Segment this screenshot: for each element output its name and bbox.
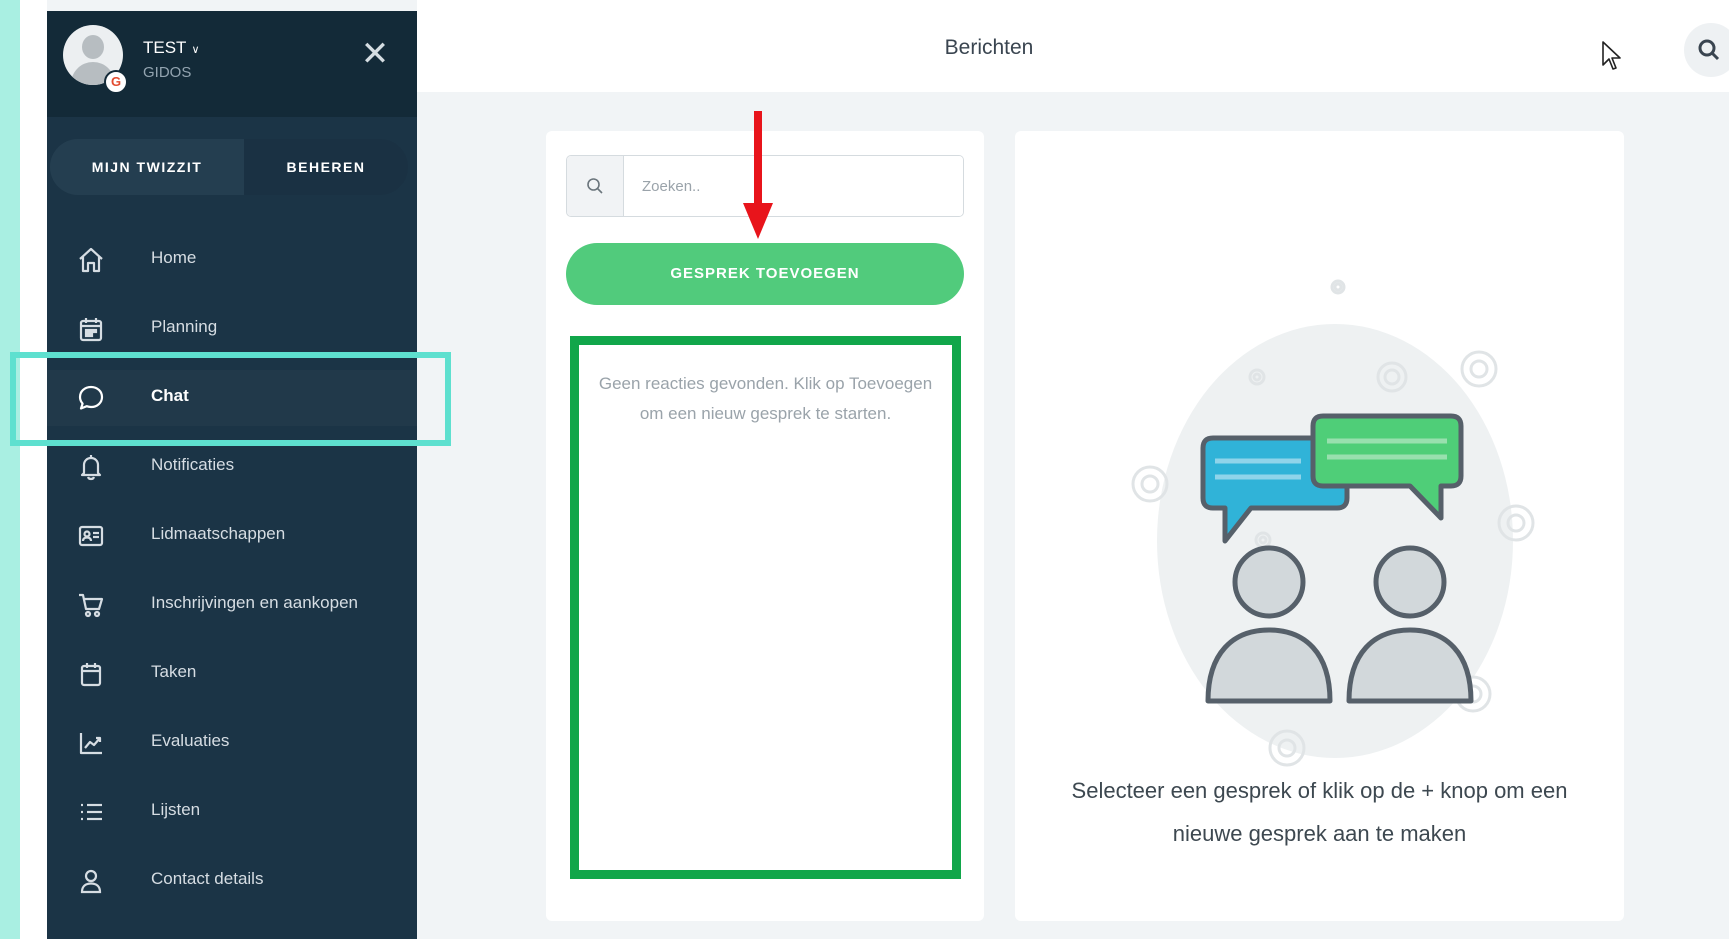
sidebar-item-contact-details[interactable]: Contact details	[47, 853, 417, 909]
sidebar-item-home[interactable]: Home	[47, 232, 417, 288]
sidebar-item-label: Home	[151, 248, 197, 267]
bell-icon	[77, 453, 105, 481]
chat-highlight-box	[10, 352, 451, 446]
home-icon	[77, 246, 105, 274]
sidebar-item-taken[interactable]: Taken	[47, 646, 417, 702]
left-gap	[20, 0, 47, 939]
sidebar-item-label: Contact details	[151, 869, 264, 888]
global-search-button[interactable]	[1684, 23, 1729, 77]
search-icon	[587, 178, 603, 194]
conversation-detail-panel: Selecteer een gesprek of klik op de + kn…	[1015, 131, 1624, 921]
sidebar-item-lijsten[interactable]: Lijsten	[47, 784, 417, 840]
empty-detail-text: Selecteer een gesprek of klik op de + kn…	[1071, 778, 1568, 846]
profile-header[interactable]: G TEST ∨ GIDOS ✕	[47, 11, 417, 117]
cart-icon	[77, 591, 105, 619]
page-title: Berichten	[944, 36, 1034, 59]
sidebar-item-planning[interactable]: Planning	[47, 301, 417, 357]
left-accent-strip	[0, 0, 20, 939]
user-icon	[77, 867, 105, 895]
user-organization: GIDOS	[143, 64, 192, 81]
sidebar-item-notificaties[interactable]: Notificaties	[47, 439, 417, 495]
top-bar: Berichten	[417, 0, 1729, 92]
empty-state-text: Geen reacties gevonden. Klik op Toevoege…	[598, 374, 933, 423]
red-arrow-annotation	[743, 111, 773, 241]
organization-badge-icon: G	[104, 70, 128, 94]
tab-beheren[interactable]: BEHEREN	[244, 139, 408, 195]
search-icon	[1698, 39, 1720, 61]
sidebar: G TEST ∨ GIDOS ✕ MIJN TWIZZIT BEHEREN Hom…	[47, 11, 417, 939]
list-icon	[77, 798, 105, 826]
sidebar-item-label: Inschrijvingen en aankopen	[151, 593, 358, 612]
view-switch: MIJN TWIZZIT BEHEREN	[50, 139, 408, 195]
sidebar-item-label: Notificaties	[151, 455, 235, 474]
sidebar-item-label: Lijsten	[151, 800, 201, 819]
calendar-icon	[77, 315, 105, 343]
add-conversation-button[interactable]: GESPREK TOEVOEGEN	[566, 243, 964, 305]
chat-illustration	[1075, 191, 1575, 771]
mouse-pointer-icon	[1601, 40, 1623, 72]
sidebar-item-label: Evaluaties	[151, 731, 230, 750]
search-addon	[567, 156, 624, 216]
chart-icon	[77, 729, 105, 757]
sidebar-item-lidmaatschappen[interactable]: Lidmaatschappen	[47, 508, 417, 564]
search-input[interactable]	[624, 156, 963, 216]
conversation-list: Geen reacties gevonden. Klik op Toevoege…	[570, 336, 961, 879]
user-menu[interactable]: TEST ∨	[143, 38, 200, 58]
sidebar-item-label: Lidmaatschappen	[151, 524, 286, 543]
sidebar-item-evaluaties[interactable]: Evaluaties	[47, 715, 417, 771]
task-calendar-icon	[77, 660, 105, 688]
sidebar-item-label: Taken	[151, 662, 197, 681]
sidebar-item-inschrijvingen[interactable]: Inschrijvingen en aankopen	[47, 577, 417, 633]
sidebar-item-label: Planning	[151, 317, 218, 336]
id-card-icon	[77, 522, 105, 550]
chevron-down-icon: ∨	[191, 44, 200, 56]
tab-mijn-twizzit[interactable]: MIJN TWIZZIT	[50, 139, 244, 195]
conversation-list-panel: GESPREK TOEVOEGEN Geen reacties gevonden…	[546, 131, 984, 921]
user-name: TEST	[143, 38, 187, 57]
